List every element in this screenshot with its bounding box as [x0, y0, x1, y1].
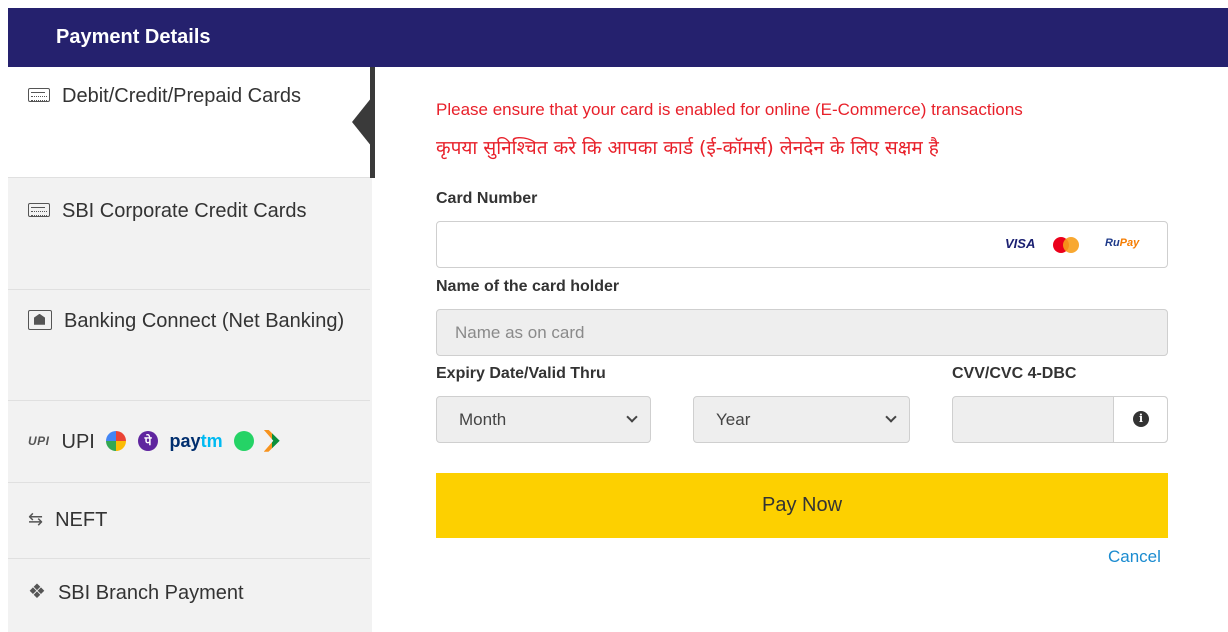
bhim-icon [263, 429, 280, 452]
active-arrow-icon [352, 97, 372, 147]
header-bar: Payment Details [8, 8, 1228, 67]
cvv-info-button[interactable]: i [1113, 397, 1167, 442]
sidebar-item-upi[interactable]: UPI UPI पे paytm [8, 401, 370, 483]
phonepe-icon: पे [137, 430, 158, 451]
google-pay-icon [106, 430, 127, 451]
sidebar-item-cards[interactable]: Debit/Credit/Prepaid Cards [8, 67, 370, 178]
payment-method-sidebar: Debit/Credit/Prepaid Cards SBI Corporate… [8, 67, 375, 632]
card-icon [28, 87, 50, 102]
expiry-year-select[interactable]: Year [693, 396, 910, 443]
card-icon [28, 202, 50, 217]
whatsapp-icon [234, 430, 255, 451]
sidebar-item-label: UPI UPI पे paytm [28, 415, 358, 470]
expiry-label: Expiry Date/Valid Thru [436, 365, 606, 382]
sidebar-item-branch-payment[interactable]: ❖ SBI Branch Payment [8, 559, 370, 632]
sidebar-item-label: ❖ SBI Branch Payment [28, 566, 358, 621]
sidebar-item-net-banking[interactable]: Banking Connect (Net Banking) [8, 290, 370, 401]
expiry-month-select[interactable]: Month [436, 396, 651, 443]
expiry-year-value: Year [716, 410, 751, 429]
notice-english: Please ensure that your card is enabled … [436, 100, 1023, 119]
upi-icon: UPI [28, 433, 50, 448]
sidebar-item-label: Banking Connect (Net Banking) [28, 294, 358, 348]
rupay-icon: RuPay [1105, 237, 1140, 249]
sidebar-item-label: SBI Corporate Credit Cards [28, 184, 358, 238]
card-holder-input[interactable] [436, 309, 1168, 356]
card-holder-label: Name of the card holder [436, 278, 620, 295]
sidebar-item-corporate-cards[interactable]: SBI Corporate Credit Cards [8, 178, 370, 290]
cancel-link[interactable]: Cancel [1108, 547, 1161, 567]
sidebar-item-neft[interactable]: ⇆ NEFT [8, 483, 370, 559]
cvv-label: CVV/CVC 4-DBC [952, 365, 1077, 382]
payment-page: Payment Details Debit/Credit/Prepaid Car… [0, 0, 1228, 632]
chevron-down-icon [626, 411, 638, 423]
info-icon: i [1133, 411, 1149, 427]
transfer-icon: ⇆ [28, 508, 44, 529]
notice-hindi: कृपया सुनिश्चित करे कि आपका कार्ड (ई-कॉम… [436, 137, 939, 159]
chevron-down-icon [885, 411, 897, 423]
bank-icon [28, 309, 52, 330]
sidebar-item-label: Debit/Credit/Prepaid Cards [28, 69, 358, 123]
sidebar-item-label: ⇆ NEFT [28, 493, 358, 548]
visa-icon: VISA [1005, 236, 1036, 251]
mastercard-icon [1053, 237, 1079, 253]
expiry-month-value: Month [459, 410, 507, 429]
page-title: Payment Details [56, 26, 211, 48]
cvv-input[interactable]: i [952, 396, 1168, 443]
paytm-icon: paytm [169, 430, 223, 451]
card-number-label: Card Number [436, 190, 538, 207]
cash-icon: ❖ [28, 580, 46, 603]
pay-now-button[interactable]: Pay Now [436, 473, 1168, 538]
